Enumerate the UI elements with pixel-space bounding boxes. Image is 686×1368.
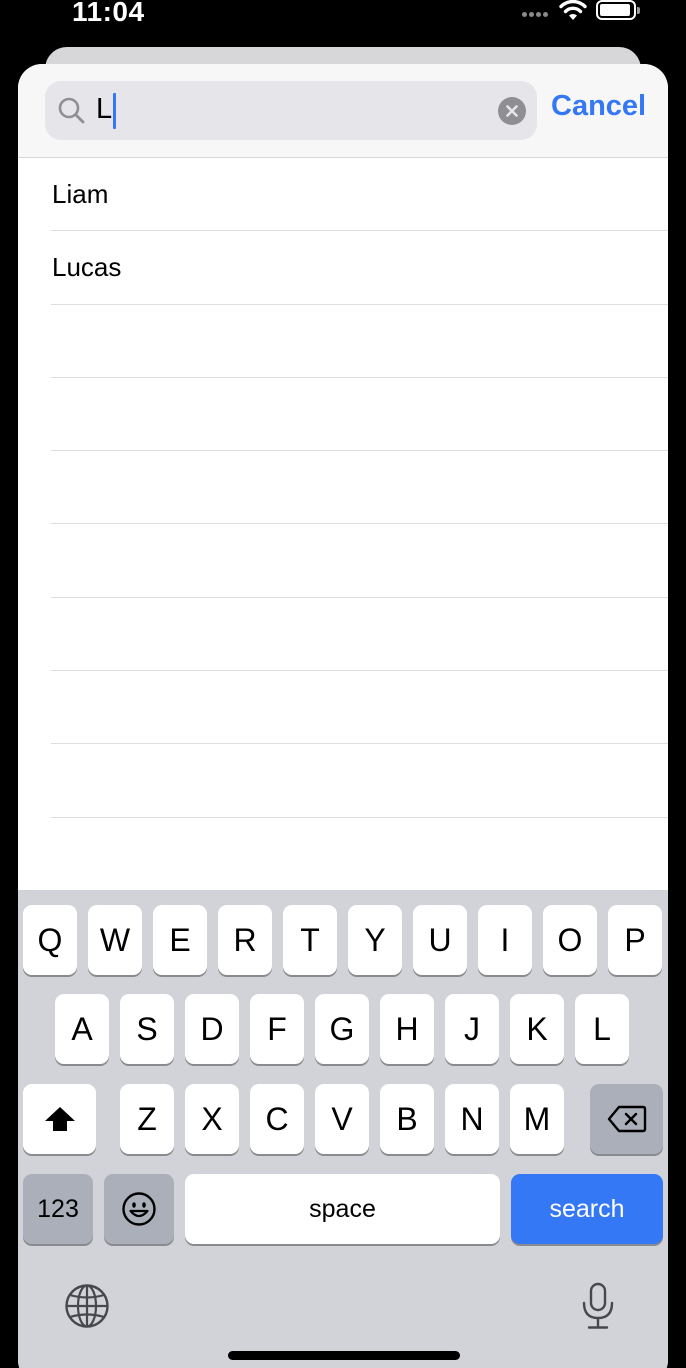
home-indicator[interactable] bbox=[228, 1351, 460, 1360]
wifi-icon bbox=[559, 0, 587, 20]
key-i[interactable]: I bbox=[478, 905, 532, 975]
key-g[interactable]: G bbox=[315, 994, 369, 1064]
list-item-label: Lucas bbox=[52, 252, 122, 283]
list-item-label: Liam bbox=[52, 179, 109, 209]
key-u[interactable]: U bbox=[413, 905, 467, 975]
key-l[interactable]: L bbox=[575, 994, 629, 1064]
results-list: Liam Lucas bbox=[18, 158, 668, 818]
status-bar: 11:04 bbox=[0, 0, 686, 40]
signal-dots-icon bbox=[522, 12, 550, 18]
key-x[interactable]: X bbox=[185, 1084, 239, 1154]
key-m[interactable]: M bbox=[510, 1084, 564, 1154]
key-w[interactable]: W bbox=[88, 905, 142, 975]
key-j[interactable]: J bbox=[445, 994, 499, 1064]
key-v[interactable]: V bbox=[315, 1084, 369, 1154]
key-t[interactable]: T bbox=[283, 905, 337, 975]
key-y[interactable]: Y bbox=[348, 905, 402, 975]
list-item-empty bbox=[51, 524, 668, 598]
battery-icon bbox=[596, 0, 640, 20]
key-e[interactable]: E bbox=[153, 905, 207, 975]
key-d[interactable]: D bbox=[185, 994, 239, 1064]
search-icon bbox=[58, 97, 85, 124]
key-f[interactable]: F bbox=[250, 994, 304, 1064]
search-sheet: L Cancel Liam Lucas Q W E R T Y U I O P … bbox=[18, 64, 668, 1368]
list-item-empty bbox=[51, 671, 668, 745]
key-o[interactable]: O bbox=[543, 905, 597, 975]
list-item-empty bbox=[51, 378, 668, 452]
search-key[interactable]: search bbox=[511, 1174, 663, 1244]
key-s[interactable]: S bbox=[120, 994, 174, 1064]
key-c[interactable]: C bbox=[250, 1084, 304, 1154]
key-a[interactable]: A bbox=[55, 994, 109, 1064]
delete-key[interactable] bbox=[590, 1084, 663, 1154]
list-item-empty bbox=[51, 744, 668, 818]
search-input-value: L bbox=[96, 93, 113, 125]
key-k[interactable]: K bbox=[510, 994, 564, 1064]
space-key[interactable]: space bbox=[185, 1174, 500, 1244]
key-z[interactable]: Z bbox=[120, 1084, 174, 1154]
emoji-key[interactable] bbox=[104, 1174, 174, 1244]
shift-key[interactable] bbox=[23, 1084, 96, 1154]
text-cursor bbox=[113, 93, 116, 129]
list-item-empty bbox=[51, 451, 668, 525]
key-r[interactable]: R bbox=[218, 905, 272, 975]
key-p[interactable]: P bbox=[608, 905, 662, 975]
list-item[interactable]: Lucas bbox=[51, 231, 668, 305]
key-h[interactable]: H bbox=[380, 994, 434, 1064]
cancel-button[interactable]: Cancel bbox=[551, 90, 646, 123]
numbers-key[interactable]: 123 bbox=[23, 1174, 93, 1244]
emoji-icon bbox=[122, 1192, 156, 1226]
key-q[interactable]: Q bbox=[23, 905, 77, 975]
delete-icon bbox=[607, 1105, 646, 1133]
list-item[interactable]: Liam bbox=[51, 158, 668, 232]
status-time: 11:04 bbox=[72, 0, 145, 27]
clear-icon[interactable] bbox=[498, 97, 526, 125]
microphone-icon[interactable] bbox=[580, 1282, 616, 1330]
list-item-empty bbox=[51, 598, 668, 672]
key-b[interactable]: B bbox=[380, 1084, 434, 1154]
globe-icon[interactable] bbox=[64, 1283, 110, 1329]
key-n[interactable]: N bbox=[445, 1084, 499, 1154]
shift-icon bbox=[44, 1107, 75, 1131]
search-header: L Cancel bbox=[18, 64, 668, 158]
search-input[interactable]: L bbox=[45, 81, 537, 140]
list-item-empty bbox=[51, 305, 668, 378]
keyboard: Q W E R T Y U I O P A S D F G H J K L Z … bbox=[18, 890, 668, 1368]
